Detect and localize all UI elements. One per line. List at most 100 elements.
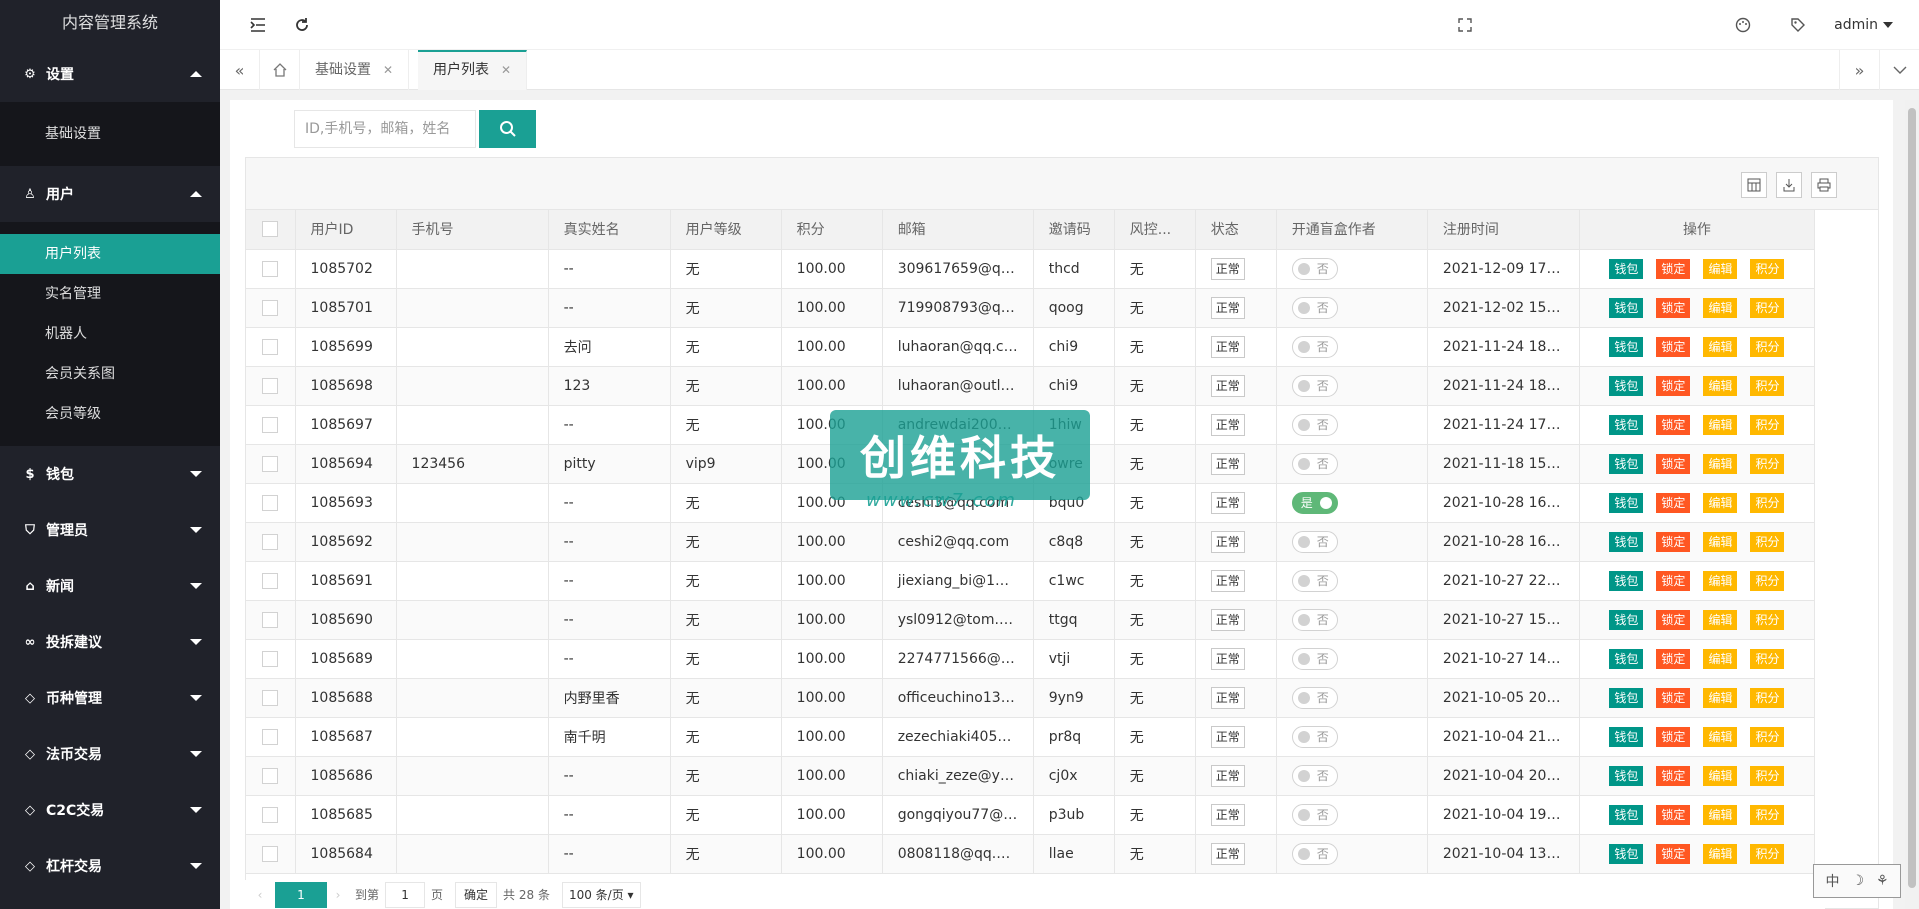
lock-button[interactable]: 锁定 <box>1656 843 1691 864</box>
row-checkbox[interactable] <box>262 572 279 589</box>
row-checkbox[interactable] <box>262 728 279 745</box>
select-all-checkbox[interactable] <box>262 221 279 238</box>
column-header[interactable]: 用户等级 <box>670 210 782 250</box>
row-checkbox[interactable] <box>262 338 279 355</box>
sidebar-group[interactable]: ◇ 币种管理 <box>0 670 220 726</box>
column-header[interactable]: 状态 <box>1195 210 1277 250</box>
lock-button[interactable]: 锁定 <box>1656 687 1691 708</box>
row-checkbox[interactable] <box>262 845 279 862</box>
next-page-icon[interactable]: › <box>327 888 349 902</box>
wallet-button[interactable]: 钱包 <box>1609 531 1644 552</box>
points-button[interactable]: 积分 <box>1750 453 1785 474</box>
search-button[interactable] <box>479 110 536 148</box>
blindbox-toggle[interactable]: 否 <box>1291 296 1338 319</box>
row-checkbox[interactable] <box>262 533 279 550</box>
points-button[interactable]: 积分 <box>1750 687 1785 708</box>
columns-filter-icon[interactable] <box>1741 172 1767 198</box>
wallet-button[interactable]: 钱包 <box>1609 648 1644 669</box>
sidebar-group[interactable]: ◇ 法币交易 <box>0 726 220 782</box>
wallet-button[interactable]: 钱包 <box>1609 609 1644 630</box>
column-header[interactable]: 用户ID <box>295 210 397 250</box>
points-button[interactable]: 积分 <box>1750 336 1785 357</box>
table-row[interactable]: 1085684 -- 无 100.00 0808118@qq.com llae 无正常否 20… <box>246 834 1816 874</box>
table-row[interactable]: 1085701 -- 无 100.00 719908793@qq.... qoog 无正常否… <box>246 288 1816 328</box>
lock-button[interactable]: 锁定 <box>1656 297 1691 318</box>
ime-lang[interactable]: 中 <box>1825 871 1839 891</box>
page-scrollbar[interactable] <box>1905 100 1919 909</box>
wallet-button[interactable]: 钱包 <box>1609 765 1644 786</box>
blindbox-toggle[interactable]: 否 <box>1291 569 1338 592</box>
row-checkbox[interactable] <box>262 299 279 316</box>
refresh-icon[interactable] <box>282 0 322 50</box>
wallet-button[interactable]: 钱包 <box>1609 687 1644 708</box>
column-header[interactable]: 邀请码 <box>1033 210 1115 250</box>
wallet-button[interactable]: 钱包 <box>1609 297 1644 318</box>
prev-page-icon[interactable]: ‹ <box>245 888 275 902</box>
sidebar-group[interactable]: ∞ 投拆建议 <box>0 614 220 670</box>
table-row[interactable]: 1085689 -- 无 100.00 2274771566@q... vtji 无正常否 2… <box>246 639 1816 679</box>
blindbox-toggle[interactable]: 否 <box>1291 452 1338 475</box>
sidebar-group[interactable]: ⚙ 设置 <box>0 46 220 102</box>
sidebar-item[interactable]: 会员关系图 <box>0 354 220 394</box>
ime-toolbar[interactable]: 中 ☽ ⚘ <box>1813 864 1901 898</box>
wallet-button[interactable]: 钱包 <box>1609 336 1644 357</box>
lock-button[interactable]: 锁定 <box>1656 336 1691 357</box>
points-button[interactable]: 积分 <box>1750 726 1785 747</box>
edit-button[interactable]: 编辑 <box>1703 765 1738 786</box>
tab-basic-settings[interactable]: 基础设置 ✕ <box>300 50 410 90</box>
points-button[interactable]: 积分 <box>1750 492 1785 513</box>
column-header[interactable]: 手机号 <box>396 210 549 250</box>
lock-button[interactable]: 锁定 <box>1656 414 1691 435</box>
column-header[interactable]: 积分 <box>781 210 883 250</box>
per-page-select[interactable]: 100 条/页 ▾ <box>561 881 641 908</box>
sidebar-group[interactable]: ◇ C2C交易 <box>0 782 220 838</box>
export-icon[interactable] <box>1776 172 1802 198</box>
column-header[interactable]: 邮箱 <box>882 210 1034 250</box>
column-header[interactable]: 风控... <box>1114 210 1196 250</box>
blindbox-toggle[interactable]: 否 <box>1291 608 1338 631</box>
table-row[interactable]: 1085685 -- 无 100.00 gongqiyou77@g... p3ub 无正常否… <box>246 795 1816 835</box>
sidebar-item[interactable]: 用户列表 <box>0 234 220 274</box>
chevron-down-icon[interactable] <box>1879 50 1919 90</box>
blindbox-toggle[interactable]: 否 <box>1291 374 1338 397</box>
home-icon[interactable] <box>260 50 300 90</box>
row-checkbox[interactable] <box>262 611 279 628</box>
user-menu[interactable]: admin <box>1834 0 1893 50</box>
row-checkbox[interactable] <box>262 806 279 823</box>
close-icon[interactable]: ✕ <box>501 63 511 77</box>
wallet-button[interactable]: 钱包 <box>1609 492 1644 513</box>
edit-button[interactable]: 编辑 <box>1703 570 1738 591</box>
scrollbar-thumb[interactable] <box>1908 108 1916 888</box>
blindbox-toggle[interactable]: 否 <box>1291 257 1338 280</box>
close-icon[interactable]: ✕ <box>383 63 393 77</box>
tag-icon[interactable] <box>1778 0 1818 50</box>
lock-button[interactable]: 锁定 <box>1656 492 1691 513</box>
table-row[interactable]: 1085690 -- 无 100.00 ysl0912@tom.com ttgq 无正常否 2… <box>246 600 1816 640</box>
table-row[interactable]: 1085699 去问无 100.00 luhaoran@qq.com chi9 无正常否 2… <box>246 327 1816 367</box>
lock-button[interactable]: 锁定 <box>1656 531 1691 552</box>
flower-icon[interactable]: ⚘ <box>1876 873 1889 889</box>
lock-button[interactable]: 锁定 <box>1656 570 1691 591</box>
blindbox-toggle[interactable]: 否 <box>1291 335 1338 358</box>
edit-button[interactable]: 编辑 <box>1703 843 1738 864</box>
points-button[interactable]: 积分 <box>1750 570 1785 591</box>
wallet-button[interactable]: 钱包 <box>1609 258 1644 279</box>
column-header[interactable]: 注册时间 <box>1427 210 1580 250</box>
table-row[interactable]: 1085686 -- 无 100.00 chiaki_zeze@ya... cj0x 无正常… <box>246 756 1816 796</box>
lock-button[interactable]: 锁定 <box>1656 375 1691 396</box>
current-page[interactable]: 1 <box>275 881 327 908</box>
points-button[interactable]: 积分 <box>1750 609 1785 630</box>
table-row[interactable]: 1085698 123 无 100.00 luhaoran@outlo... chi9 无正… <box>246 366 1816 406</box>
column-header[interactable]: 真实姓名 <box>548 210 671 250</box>
wallet-button[interactable]: 钱包 <box>1609 843 1644 864</box>
blindbox-toggle[interactable]: 否 <box>1291 842 1338 865</box>
sidebar-item[interactable]: 实名管理 <box>0 274 220 314</box>
edit-button[interactable]: 编辑 <box>1703 414 1738 435</box>
edit-button[interactable]: 编辑 <box>1703 258 1738 279</box>
wallet-button[interactable]: 钱包 <box>1609 453 1644 474</box>
points-button[interactable]: 积分 <box>1750 765 1785 786</box>
sidebar-group[interactable]: ⛉ 管理员 <box>0 502 220 558</box>
sidebar-item[interactable]: 机器人 <box>0 314 220 354</box>
wallet-button[interactable]: 钱包 <box>1609 726 1644 747</box>
row-checkbox[interactable] <box>262 494 279 511</box>
